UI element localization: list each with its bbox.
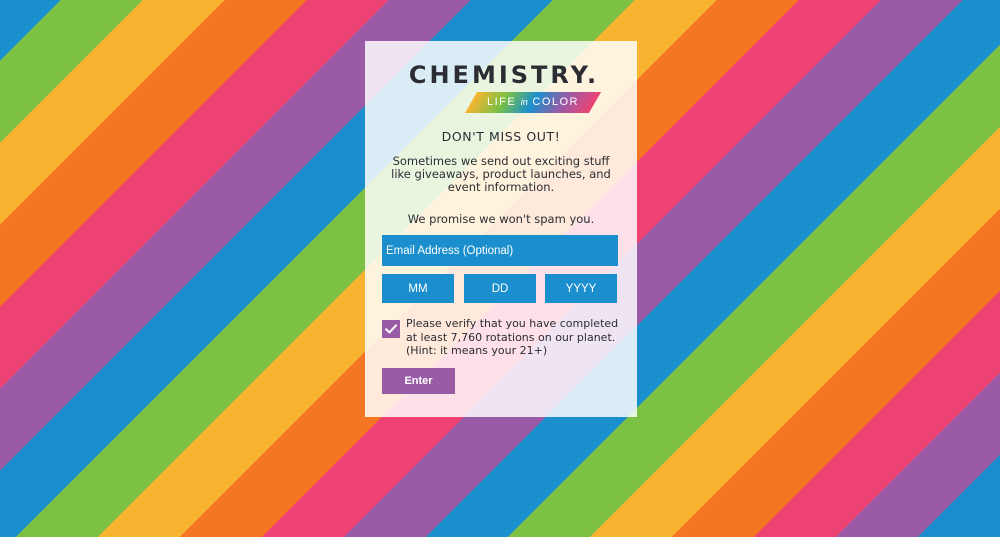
tagline-word-in: in bbox=[520, 97, 528, 107]
age-gate-modal: CHEMISTRY. LIFE in COLOR DON'T MISS OUT!… bbox=[365, 41, 637, 417]
age-verify-label: Please verify that you have completed at… bbox=[406, 317, 619, 357]
brand-wordmark: CHEMISTRY. bbox=[408, 61, 600, 89]
brand-logo: CHEMISTRY. bbox=[365, 61, 637, 89]
modal-promise: We promise we won't spam you. bbox=[407, 212, 595, 226]
birth-day-field[interactable] bbox=[464, 274, 536, 303]
birth-month-field[interactable] bbox=[382, 274, 454, 303]
modal-headline: DON'T MISS OUT! bbox=[441, 129, 561, 144]
brand-tagline-banner: LIFE in COLOR bbox=[464, 92, 602, 113]
tagline-word-color: COLOR bbox=[532, 96, 579, 108]
tagline-word-life: LIFE bbox=[487, 96, 517, 108]
email-field[interactable] bbox=[382, 235, 618, 266]
modal-description: Sometimes we send out exciting stuff lik… bbox=[391, 154, 611, 194]
checkmark-icon bbox=[385, 324, 397, 334]
enter-button[interactable]: Enter bbox=[382, 368, 455, 394]
brand-tagline: LIFE in COLOR bbox=[471, 92, 595, 113]
age-verify-checkbox[interactable] bbox=[382, 320, 400, 338]
birth-year-field[interactable] bbox=[545, 274, 617, 303]
